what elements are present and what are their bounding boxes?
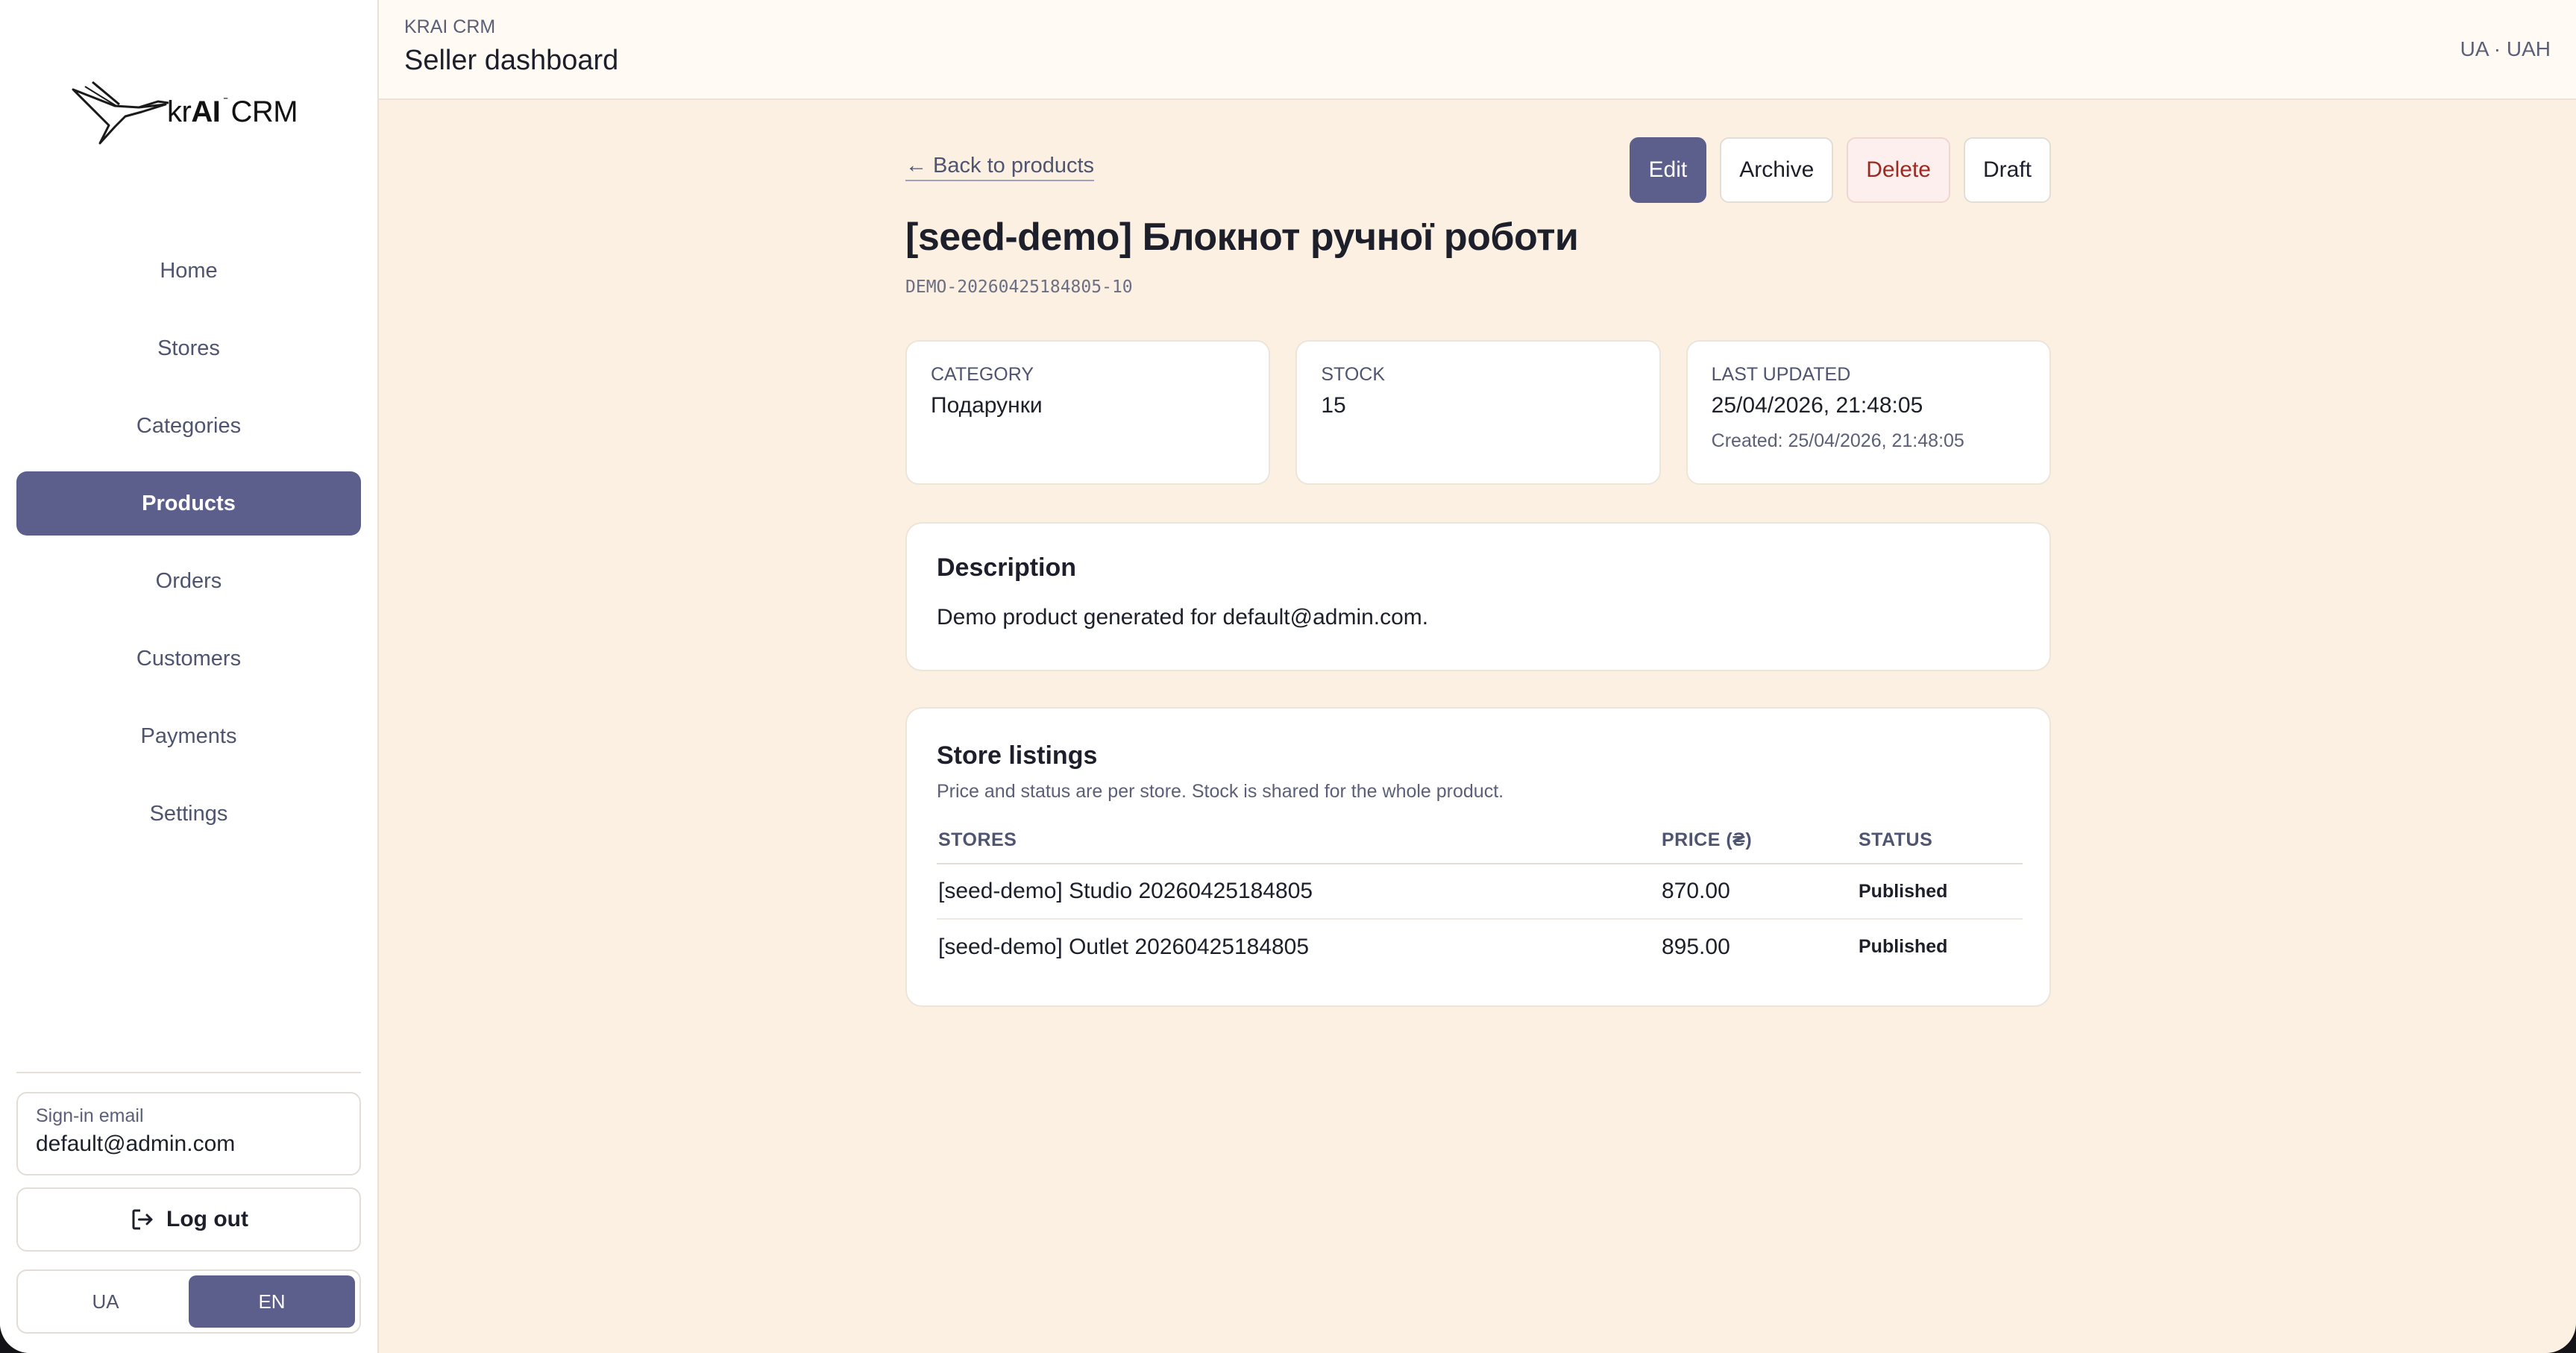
sidebar-item-customers[interactable]: Customers: [16, 627, 361, 691]
description-card: Description Demo product generated for d…: [905, 522, 2051, 671]
sidebar-nav: Home Stores Categories Products Orders C…: [16, 239, 361, 859]
stock-card: STOCK 15: [1295, 340, 1661, 485]
status-cell: Published: [1857, 864, 2023, 920]
stock-label: STOCK: [1321, 364, 1385, 385]
product-stats: CATEGORY Подарунки STOCK 15 LAST UPDATED…: [905, 340, 2051, 485]
store-listings-table: STORES PRICE (₴) STATUS [seed-demo] Stud…: [937, 817, 2023, 974]
signin-email-box: Sign-in email default@admin.com: [16, 1092, 361, 1175]
sidebar-divider: [16, 1072, 361, 1073]
table-row[interactable]: [seed-demo] Outlet 20260425184805 895.00…: [937, 919, 2023, 974]
store-name-cell: [seed-demo] Studio 20260425184805: [937, 864, 1660, 920]
sidebar: krAI ˉ CRM Home Stores Categories Products…: [0, 0, 379, 1353]
product-title: [seed-demo] Блокнот ручної роботи: [905, 216, 1579, 259]
created-date: Created: 25/04/2026, 21:48:05: [1711, 430, 1964, 451]
app-window: krAI ˉ CRM Home Stores Categories Products…: [0, 0, 2576, 1353]
store-listings-card: Store listings Price and status are per …: [905, 707, 2051, 1007]
store-listings-title: Store listings: [937, 741, 1098, 770]
sidebar-item-orders[interactable]: Orders: [16, 549, 361, 613]
sidebar-item-home[interactable]: Home: [16, 239, 361, 303]
category-card: CATEGORY Подарунки: [905, 340, 1271, 485]
language-option-ua[interactable]: UA: [22, 1275, 189, 1328]
sidebar-item-settings[interactable]: Settings: [16, 782, 361, 846]
product-actions: Edit Archive Delete Draft: [1629, 137, 2051, 203]
store-name-cell: [seed-demo] Outlet 20260425184805: [938, 934, 1310, 959]
last-updated-label: LAST UPDATED: [1711, 364, 1851, 385]
delete-button[interactable]: Delete: [1847, 137, 1950, 203]
logout-label: Log out: [166, 1207, 248, 1231]
language-option-en[interactable]: EN: [189, 1275, 355, 1328]
logo-text: krAI ˉ CRM: [167, 95, 298, 128]
draft-button[interactable]: Draft: [1963, 137, 2051, 203]
last-updated-value: 25/04/2026, 21:48:05: [1711, 393, 1923, 418]
product-sku: DEMO-20260425184805-10: [905, 277, 1133, 297]
back-to-products-link[interactable]: ← Back to products: [905, 154, 1095, 181]
status-cell: Published: [1859, 936, 1948, 957]
category-label: CATEGORY: [931, 364, 1034, 385]
price-cell: 870.00: [1660, 864, 1857, 920]
signin-email-label: Sign-in email: [36, 1105, 144, 1126]
logout-icon: [132, 1209, 153, 1230]
header-app-name: KRAI CRM: [404, 16, 496, 37]
crane-logo-icon: [72, 81, 169, 145]
sidebar-item-payments[interactable]: Payments: [16, 704, 361, 768]
logo[interactable]: krAI ˉ CRM: [70, 75, 324, 149]
sidebar-item-products[interactable]: Products: [16, 471, 361, 536]
edit-button[interactable]: Edit: [1629, 137, 1707, 203]
logout-button[interactable]: Log out: [16, 1187, 361, 1252]
top-header: KRAI CRM Seller dashboard UA · UAH: [379, 0, 2576, 100]
page-title: Seller dashboard: [404, 45, 619, 76]
language-switch: UA EN: [16, 1269, 361, 1334]
archive-button[interactable]: Archive: [1720, 137, 1834, 203]
column-header-status: STATUS: [1857, 817, 2023, 864]
last-updated-card: LAST UPDATED 25/04/2026, 21:48:05 Create…: [1686, 340, 2051, 485]
column-header-stores: STORES: [937, 817, 1660, 864]
signin-email-value: default@admin.com: [36, 1131, 236, 1156]
stock-value: 15: [1321, 393, 1346, 418]
locale-indicator[interactable]: UA · UAH: [2460, 37, 2551, 61]
sidebar-item-stores[interactable]: Stores: [16, 316, 361, 380]
table-row[interactable]: [seed-demo] Studio 20260425184805 870.00…: [937, 864, 2023, 920]
description-text: Demo product generated for default@admin…: [937, 605, 1429, 630]
category-value: Подарунки: [931, 393, 1043, 418]
column-header-price: PRICE (₴): [1660, 817, 1857, 864]
store-listings-subtitle: Price and status are per store. Stock is…: [937, 781, 1504, 802]
price-cell: 895.00: [1662, 934, 1730, 959]
sidebar-item-categories[interactable]: Categories: [16, 394, 361, 458]
description-title: Description: [937, 553, 1077, 582]
table-header-row: STORES PRICE (₴) STATUS: [937, 817, 2023, 864]
